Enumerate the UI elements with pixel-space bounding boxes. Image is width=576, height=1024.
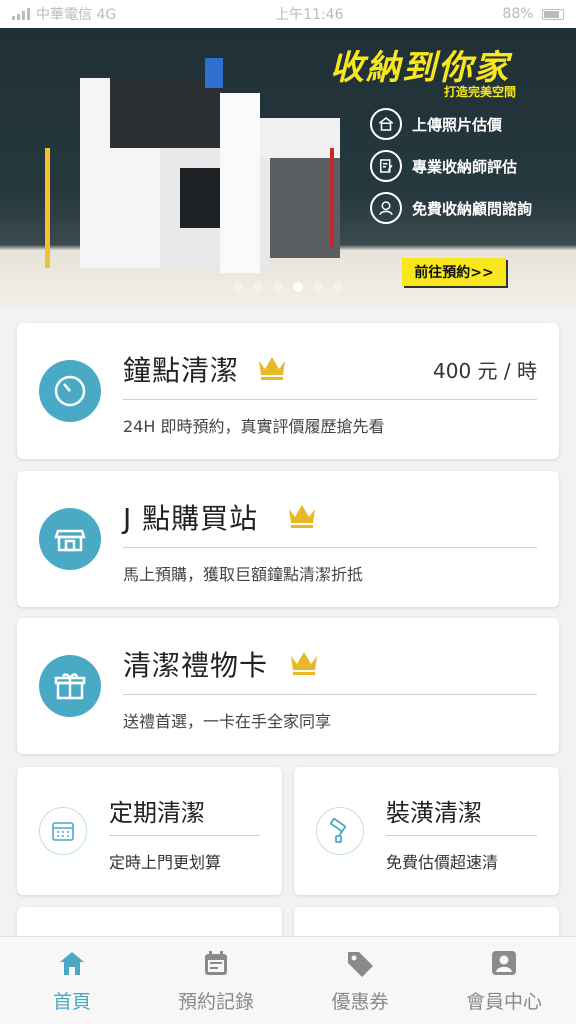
service-title: J 點購買站 — [123, 502, 259, 535]
service-title: 鐘點清潔 — [123, 354, 240, 387]
carousel-dot[interactable] — [233, 282, 243, 292]
renovation-cleaning-card[interactable]: 裝潢清潔 免費估價超速清 — [294, 767, 559, 895]
divider — [109, 835, 260, 836]
house-photo-icon — [370, 108, 402, 140]
battery-text: 88% — [502, 6, 534, 22]
battery-icon — [542, 8, 564, 20]
service-title: 定期清潔 — [109, 799, 205, 827]
tab-label: 首頁 — [52, 991, 91, 1013]
banner-feature: 上傳照片估價 — [370, 108, 502, 140]
house-model-image — [40, 48, 360, 298]
regular-cleaning-card[interactable]: 定期清潔 定時上門更划算 — [17, 767, 282, 895]
divider — [123, 694, 537, 695]
gift-icon — [39, 655, 101, 717]
carousel-dot[interactable] — [333, 282, 343, 292]
service-title: 裝潢清潔 — [386, 799, 482, 827]
consultant-icon — [370, 192, 402, 224]
service-description: 馬上預購，獲取巨額鐘點清潔折抵 — [123, 565, 364, 584]
service-description: 24H 即時預約，真實評價履歷搶先看 — [123, 417, 385, 436]
tab-member-center[interactable]: 會員中心 — [432, 937, 576, 1024]
store-icon — [39, 508, 101, 570]
carousel-dot-active[interactable] — [293, 282, 303, 292]
tab-label: 優惠券 — [331, 991, 389, 1013]
banner-title: 收納到你家 — [330, 48, 510, 88]
banner-feature: 專業收納師評估 — [370, 150, 517, 182]
paint-roller-icon — [316, 807, 364, 855]
tab-coupons[interactable]: 優惠券 — [288, 937, 432, 1024]
signal-icon — [12, 8, 30, 20]
carousel-dot[interactable] — [253, 282, 263, 292]
divider — [386, 835, 537, 836]
status-bar: 中華電信 4G 上午11:46 88% — [0, 0, 576, 28]
clipboard-edit-icon — [370, 150, 402, 182]
clock-icon — [39, 360, 101, 422]
hourly-cleaning-card[interactable]: 鐘點清潔 400 元 / 時 24H 即時預約，真實評價履歷搶先看 — [17, 323, 559, 459]
crown-icon — [289, 648, 319, 680]
tab-label: 會員中心 — [465, 991, 542, 1013]
feature-label: 上傳照片估價 — [412, 115, 503, 134]
calendar-icon — [39, 807, 87, 855]
user-icon — [490, 949, 518, 981]
feature-label: 免費收納顧問諮詢 — [412, 199, 533, 218]
crown-icon — [257, 353, 287, 385]
divider — [123, 399, 537, 400]
service-description: 送禮首選，一卡在手全家同享 — [123, 712, 332, 731]
banner-subtitle: 打造完美空間 — [444, 85, 517, 99]
tab-booking-records[interactable]: 預約記錄 — [144, 937, 288, 1024]
banner-feature: 免費收納顧問諮詢 — [370, 192, 532, 224]
tag-icon — [345, 949, 375, 981]
carousel-dot[interactable] — [273, 282, 283, 292]
j-point-store-card[interactable]: J 點購買站 馬上預購，獲取巨額鐘點清潔折抵 — [17, 471, 559, 607]
service-title: 清潔禮物卡 — [123, 649, 269, 682]
tab-label: 預約記錄 — [177, 991, 254, 1013]
divider — [123, 547, 537, 548]
service-price: 400 元 / 時 — [433, 359, 537, 383]
service-description: 定時上門更划算 — [109, 853, 222, 872]
carousel-indicator — [0, 282, 576, 292]
gift-card-card[interactable]: 清潔禮物卡 送禮首選，一卡在手全家同享 — [17, 618, 559, 754]
promo-banner[interactable]: 收納到你家 打造完美空間 上傳照片估價 專業收納師評估 免費收納顧問諮詢 前往預… — [0, 28, 576, 306]
clock-text: 上午11:46 — [275, 7, 344, 23]
carousel-dot[interactable] — [313, 282, 323, 292]
home-icon — [57, 949, 87, 981]
feature-label: 專業收納師評估 — [412, 157, 518, 176]
tab-home[interactable]: 首頁 — [0, 937, 144, 1024]
bottom-tab-bar: 首頁 預約記錄 優惠券 會員中心 — [0, 936, 576, 1024]
carrier-text: 中華電信 4G — [36, 7, 117, 23]
crown-icon — [287, 501, 317, 533]
calendar-icon — [202, 949, 230, 981]
service-description: 免費估價超速清 — [386, 853, 499, 872]
